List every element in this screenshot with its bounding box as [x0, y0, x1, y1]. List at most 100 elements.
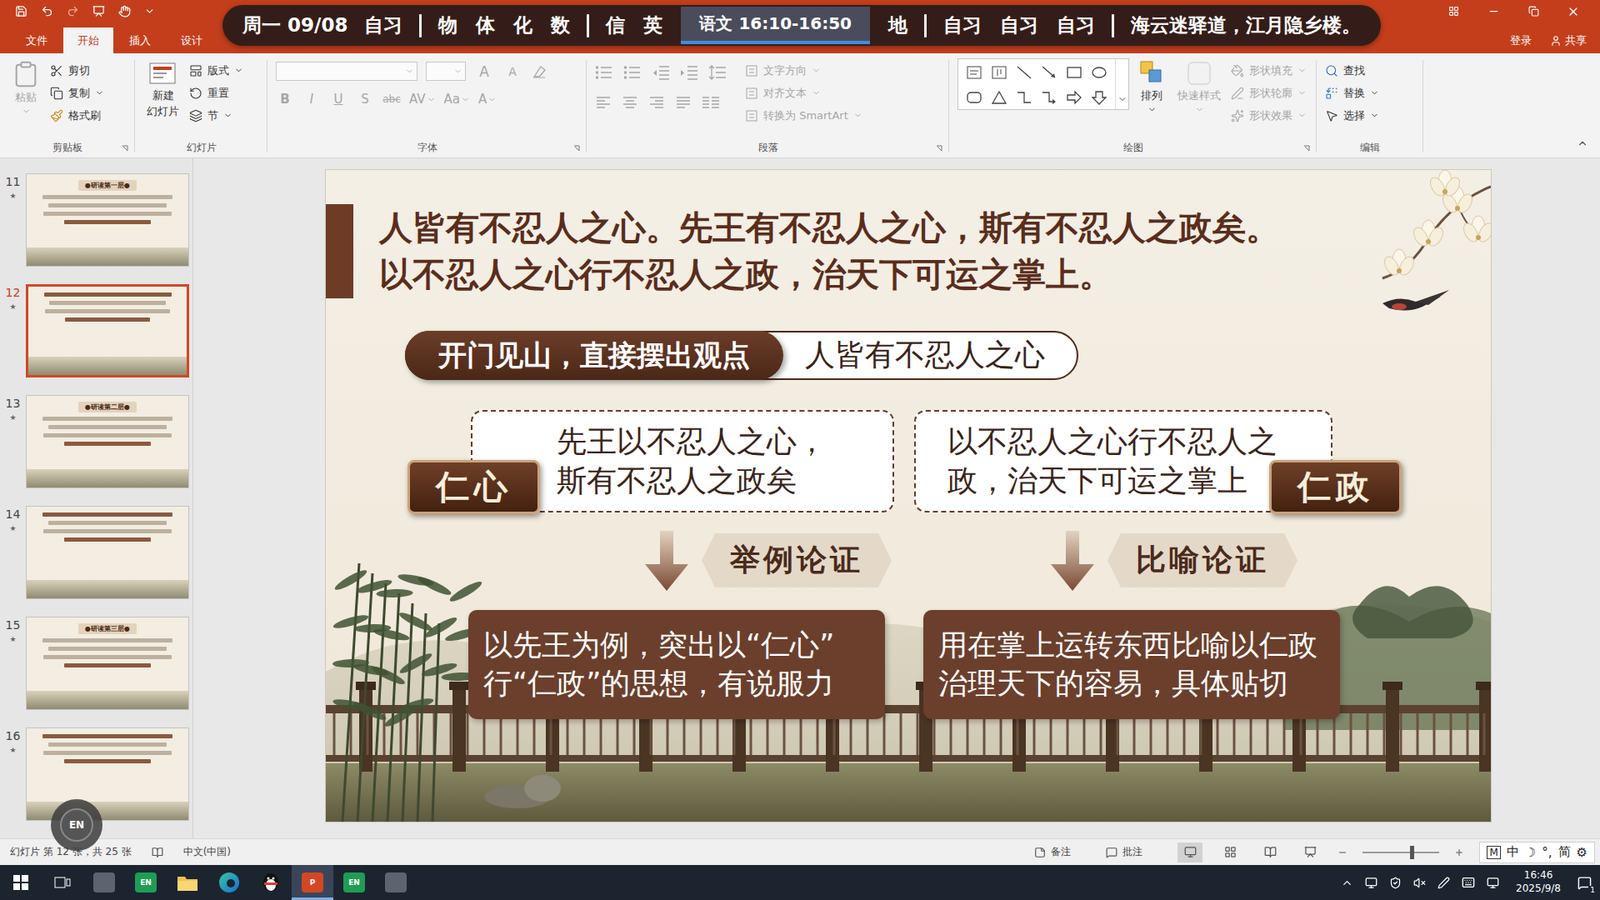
redo-button[interactable] — [66, 5, 80, 18]
taskbar-app[interactable]: P — [291, 865, 334, 900]
reading-view-button[interactable] — [1257, 842, 1283, 863]
dropdown-caret-icon[interactable] — [1297, 88, 1307, 98]
ime-item[interactable]: 简 — [1558, 844, 1571, 860]
editing-tool[interactable]: 选择 — [1325, 105, 1380, 126]
editing-tool[interactable]: 查找 — [1325, 60, 1380, 81]
display-icon[interactable] — [1486, 876, 1500, 890]
comment-box[interactable]: 以先王为例，突出以“仁心”行“仁政”的思想，有说服力 — [468, 610, 885, 720]
notification-button[interactable]: 1 — [1577, 875, 1592, 890]
quote-card[interactable]: 以不忍人之心行不忍人之政，治天下可运之掌上仁政 — [914, 410, 1402, 513]
ime-item[interactable]: ⚙ — [1576, 845, 1588, 860]
ime-item[interactable]: °, — [1541, 845, 1552, 860]
shape-item[interactable] — [1061, 60, 1087, 85]
zoom-in-icon[interactable] — [1454, 847, 1465, 858]
close-button[interactable] — [1553, 0, 1594, 23]
italic-button[interactable]: I — [302, 89, 321, 110]
taskbar-app[interactable]: EN — [125, 865, 167, 900]
thumbnail-row[interactable]: 11★●研读第一层● — [0, 173, 193, 267]
slideshow-button[interactable] — [1297, 842, 1323, 863]
ime-item[interactable]: ☽ — [1525, 845, 1536, 860]
copy-icon[interactable] — [50, 86, 64, 100]
proofing-icon[interactable] — [151, 846, 164, 859]
shape-line-icon[interactable] — [1015, 65, 1033, 80]
text-tool-icon[interactable] — [745, 86, 759, 100]
thumbnail-row[interactable]: 12★ — [0, 284, 193, 378]
quote-card[interactable]: 先王以不忍人之心，斯有不忍人之政矣仁心 — [407, 410, 895, 513]
shape-item[interactable] — [986, 60, 1012, 85]
taskbar-app[interactable] — [375, 865, 417, 900]
shape-item[interactable] — [1011, 85, 1037, 110]
outdent-icon[interactable] — [651, 65, 670, 80]
section-icon[interactable] — [189, 109, 203, 123]
paragraph-tool[interactable]: 转换为 SmartArt — [745, 105, 863, 126]
ime-item[interactable]: 中 — [1506, 844, 1520, 860]
shape-item[interactable] — [986, 85, 1012, 110]
shape-triangle-icon[interactable] — [990, 90, 1008, 105]
task-view-button[interactable] — [41, 865, 84, 900]
clipboard-tool[interactable]: 复制 — [50, 82, 105, 104]
dropdown-caret-icon[interactable] — [811, 88, 821, 98]
slide-canvas[interactable]: 人皆有不忍人之心。先王有不忍人之心，斯有不忍人之政矣。以不忍人之心行不忍人之政，… — [325, 170, 1491, 822]
shape-vtext-icon[interactable] — [990, 65, 1008, 80]
thesis-pill[interactable]: 开门见山，直接摆出观点人皆有不忍人之心 — [405, 330, 1079, 380]
volume-muted-icon[interactable] — [1413, 876, 1426, 890]
notes-icon[interactable] — [1034, 846, 1046, 859]
text-tool-icon[interactable] — [745, 64, 759, 78]
underline-button[interactable]: U — [329, 89, 348, 110]
shape-rect-icon[interactable] — [1065, 65, 1083, 80]
numbers-icon[interactable] — [623, 65, 642, 80]
spacing-button[interactable]: AV — [409, 89, 436, 110]
shape-elbow-icon[interactable] — [1015, 90, 1033, 105]
align-center-icon[interactable] — [621, 95, 639, 110]
ribbon-display-button[interactable] — [1433, 0, 1474, 23]
zoom-thumb[interactable] — [1410, 845, 1415, 860]
strike-button[interactable]: abc — [382, 89, 401, 110]
shape-elbowarrow-icon[interactable] — [1040, 90, 1058, 105]
thumbnail-row[interactable]: 13★●研读第二层● — [0, 395, 193, 489]
arrange-icon[interactable] — [1139, 60, 1165, 87]
user-icon[interactable] — [1550, 35, 1562, 47]
network-icon[interactable] — [1365, 876, 1378, 890]
slide-tool[interactable]: 版式 — [189, 60, 244, 81]
paintbrush-icon[interactable] — [50, 109, 64, 123]
close-icon[interactable] — [1566, 5, 1580, 19]
quick-styles-button[interactable]: 快速样式 — [1174, 58, 1225, 138]
taskbar-app[interactable] — [208, 865, 250, 900]
dropdown-caret-icon[interactable] — [1195, 105, 1205, 115]
shadow-button[interactable]: S — [355, 89, 375, 110]
align-justify-icon[interactable] — [675, 95, 692, 110]
collapse-ribbon-button[interactable] — [1576, 136, 1589, 153]
paste-button[interactable]: 粘贴 — [8, 58, 44, 138]
shape-item[interactable] — [1036, 85, 1062, 110]
replace-icon[interactable] — [1325, 86, 1339, 100]
thumbnail-row[interactable]: 16★ — [0, 727, 193, 821]
grow-font-button[interactable]: A — [474, 63, 495, 80]
dropdown-caret-icon[interactable] — [223, 110, 233, 120]
columns-icon[interactable] — [701, 95, 720, 110]
shape-darrow-icon[interactable] — [1090, 90, 1108, 105]
dialog-launcher-icon[interactable] — [935, 145, 943, 152]
shape-format-tool[interactable]: 形状填充 — [1230, 60, 1307, 81]
windows-logo-icon[interactable] — [13, 875, 29, 890]
comment-icon[interactable] — [1105, 846, 1118, 859]
search-icon[interactable] — [1325, 64, 1339, 78]
shape-item[interactable] — [1086, 85, 1112, 110]
shape-format-tool[interactable]: 形状轮廓 — [1230, 82, 1307, 104]
dropdown-caret-icon[interactable] — [853, 110, 863, 120]
dialog-launcher-icon[interactable] — [1303, 145, 1310, 152]
notes-button[interactable]: 备注 — [1034, 845, 1071, 860]
shape-item[interactable] — [1011, 60, 1037, 85]
more-shapes-icon[interactable] — [1117, 94, 1128, 105]
present-button[interactable] — [92, 5, 105, 18]
align-right-icon[interactable] — [648, 95, 665, 110]
shape-item[interactable] — [1086, 60, 1112, 85]
shape-textbox-icon[interactable] — [965, 65, 983, 80]
normal-view-button[interactable] — [1177, 842, 1203, 863]
taskbar-app[interactable]: EN — [333, 865, 375, 900]
customize-button[interactable] — [144, 5, 155, 17]
restore-button[interactable] — [1513, 0, 1554, 23]
bullets-icon[interactable] — [595, 65, 614, 80]
color-button[interactable]: A — [478, 89, 497, 110]
slideshow-icon[interactable] — [1304, 845, 1317, 859]
dropdown-caret-icon[interactable] — [21, 106, 31, 116]
